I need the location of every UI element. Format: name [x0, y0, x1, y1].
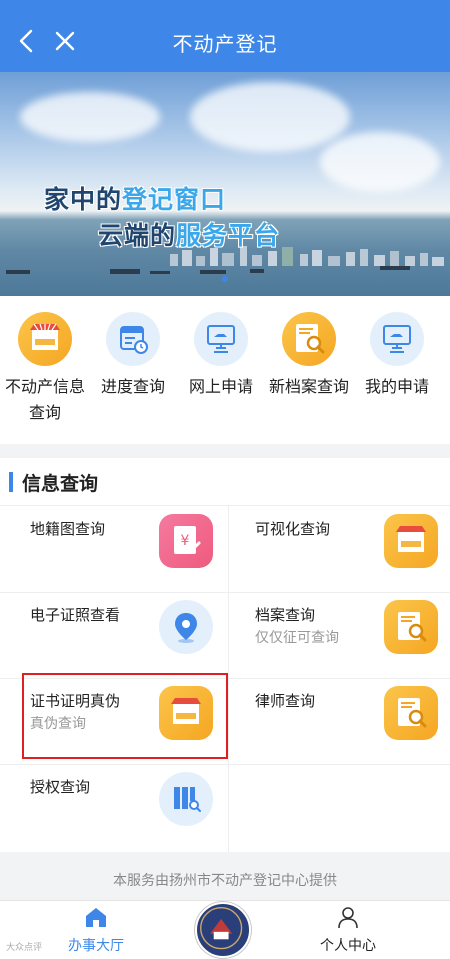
quick-item-my-applications[interactable]: 我的申请 — [352, 312, 442, 400]
tab-label: 个人中心 — [320, 938, 376, 954]
grid-item-authorization-query[interactable]: 授权查询 — [0, 764, 225, 850]
watermark-text: 大众点评 — [6, 943, 43, 953]
banner-slogan-line1: 家中的登记窗口 — [44, 185, 227, 214]
quick-item-label: 不动产信息查询 — [4, 377, 85, 422]
tab-label: 办事大厅 — [68, 938, 124, 954]
page-title: 不动产登记 — [172, 32, 278, 56]
quick-menu: 不动产信息查询 进度查询 网上申请 新档案查询 我的申请 — [0, 296, 450, 444]
quick-item-new-archive[interactable]: 新档案查询 — [264, 312, 354, 400]
grid-item-title: 地籍图查询 — [30, 520, 106, 538]
quick-item-online-apply[interactable]: 网上申请 — [176, 312, 266, 400]
monitor-hand-icon — [194, 312, 248, 366]
quick-item-property-info[interactable]: 不动产信息查询 — [0, 312, 90, 426]
carousel-dot-active[interactable] — [222, 276, 228, 282]
quick-item-label: 我的申请 — [364, 377, 429, 396]
location-pin-icon — [159, 600, 213, 654]
section-divider — [0, 444, 450, 458]
grid-item-cadastral-map[interactable]: 地籍图查询 ¥ — [0, 506, 225, 592]
center-emblem-logo[interactable] — [195, 902, 251, 958]
grid-item-visual-query[interactable]: 可视化查询 — [225, 506, 450, 592]
grid-item-archive-query[interactable]: 档案查询 仅仅征可查询 — [225, 592, 450, 678]
storefront-icon — [384, 514, 438, 568]
ems-search-icon — [384, 600, 438, 654]
cloud-decoration — [320, 132, 440, 192]
grid-item-lawyer-query[interactable]: 律师查询 — [225, 678, 450, 764]
grid-item-title: 档案查询 — [255, 606, 316, 624]
quick-item-progress[interactable]: 进度查询 — [88, 312, 178, 400]
ems-search-icon — [282, 312, 336, 366]
user-icon — [338, 907, 358, 929]
banner-carousel[interactable]: 家中的登记窗口 云端的服务平台 — [0, 72, 450, 296]
quick-item-label: 新档案查询 — [268, 377, 349, 396]
quick-item-label: 网上申请 — [188, 377, 253, 396]
cloud-decoration — [20, 92, 160, 142]
storefront-icon — [18, 312, 72, 366]
section-accent-bar — [9, 472, 13, 492]
highlight-box — [22, 673, 228, 759]
yuan-document-icon: ¥ — [159, 514, 213, 568]
section-header: 信息查询 — [0, 458, 450, 506]
grid-item-title: 可视化查询 — [255, 520, 331, 538]
grid-item-title: 电子证照查看 — [30, 606, 121, 624]
grid-item-subtitle: 仅仅征可查询 — [255, 630, 339, 646]
grid-item-title: 律师查询 — [255, 692, 316, 710]
provider-note: 本服务由扬州市不动产登记中心提供 — [0, 852, 450, 900]
book-search-icon — [159, 772, 213, 826]
grid-item-title: 授权查询 — [30, 778, 91, 796]
top-nav-bar: 不动产登记 — [0, 0, 450, 72]
quick-item-label: 进度查询 — [100, 377, 165, 396]
calendar-icon — [106, 312, 160, 366]
ems-search-icon — [384, 686, 438, 740]
tab-service-hall[interactable]: 办事大厅 — [46, 905, 146, 955]
svg-text:¥: ¥ — [181, 533, 190, 549]
banner-slogan-line2: 云端的服务平台 — [98, 221, 281, 250]
monitor-hand-icon — [370, 312, 424, 366]
grid-item-e-certificate[interactable]: 电子证照查看 — [0, 592, 225, 678]
carousel-indicator — [0, 267, 450, 286]
tab-personal-center[interactable]: 个人中心 — [298, 905, 398, 955]
cloud-decoration — [190, 82, 350, 152]
home-icon — [86, 908, 106, 927]
section-title: 信息查询 — [22, 473, 99, 495]
